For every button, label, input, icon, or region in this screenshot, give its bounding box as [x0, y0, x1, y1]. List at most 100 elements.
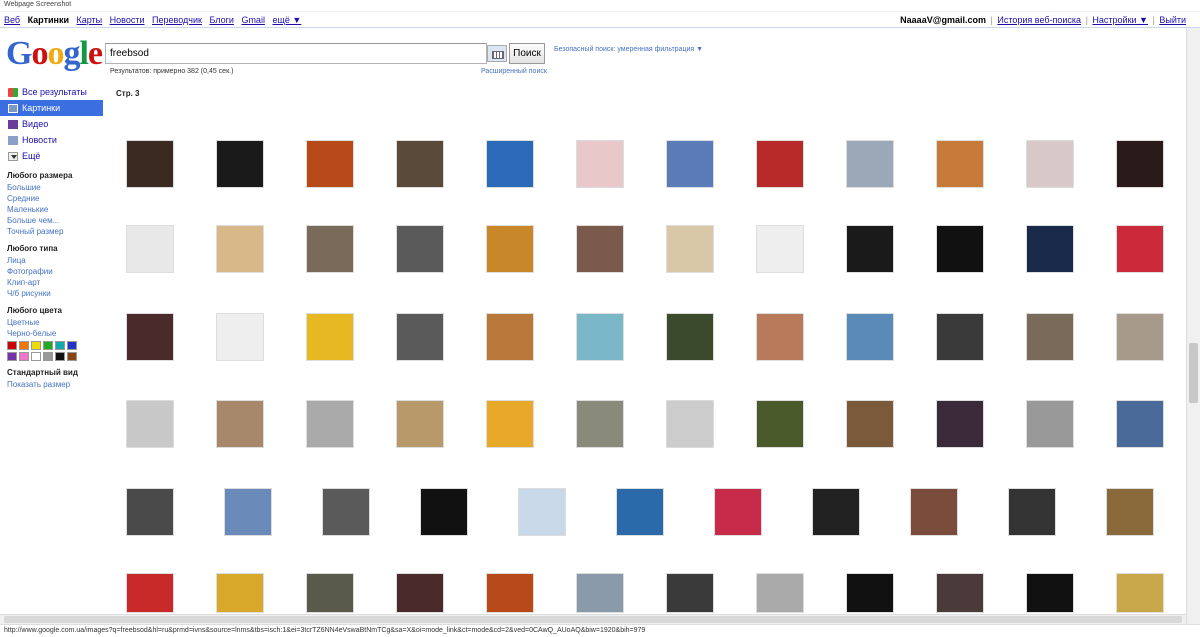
image-thumbnail[interactable]	[756, 225, 804, 273]
image-thumbnail[interactable]	[756, 313, 804, 361]
image-thumbnail[interactable]	[1116, 573, 1164, 613]
image-thumbnail[interactable]	[126, 140, 174, 188]
signout-link[interactable]: Выйти	[1159, 15, 1186, 25]
image-thumbnail[interactable]	[576, 400, 624, 448]
image-thumbnail[interactable]	[126, 225, 174, 273]
image-thumbnail[interactable]	[846, 225, 894, 273]
color-swatch[interactable]	[19, 352, 29, 361]
image-thumbnail[interactable]	[306, 140, 354, 188]
image-thumbnail[interactable]	[756, 400, 804, 448]
image-thumbnail[interactable]	[846, 313, 894, 361]
scrollbar-thumb[interactable]	[1189, 343, 1198, 403]
size-medium[interactable]: Средние	[7, 193, 103, 204]
image-thumbnail[interactable]	[666, 225, 714, 273]
type-photos[interactable]: Фотографии	[7, 266, 103, 277]
scrollbar-thumb[interactable]	[4, 616, 1182, 623]
image-thumbnail[interactable]	[846, 573, 894, 613]
image-thumbnail[interactable]	[216, 225, 264, 273]
sidebar-item-all-results[interactable]: Все результаты	[0, 84, 103, 100]
image-thumbnail[interactable]	[936, 313, 984, 361]
image-thumbnail[interactable]	[396, 140, 444, 188]
image-thumbnail[interactable]	[666, 140, 714, 188]
image-thumbnail[interactable]	[216, 573, 264, 613]
settings-link[interactable]: Настройки ▼	[1092, 15, 1148, 25]
top-link-news[interactable]: Новости	[110, 15, 145, 25]
image-thumbnail[interactable]	[224, 488, 272, 536]
image-thumbnail[interactable]	[1116, 140, 1164, 188]
color-swatch[interactable]	[43, 341, 53, 350]
image-thumbnail[interactable]	[126, 400, 174, 448]
color-swatch[interactable]	[31, 352, 41, 361]
color-bw[interactable]: Черно-белые	[7, 328, 103, 339]
image-thumbnail[interactable]	[714, 488, 762, 536]
color-swatch[interactable]	[19, 341, 29, 350]
type-lineart[interactable]: Ч/б рисунки	[7, 288, 103, 299]
keyboard-icon[interactable]	[487, 45, 507, 62]
image-thumbnail[interactable]	[306, 225, 354, 273]
image-thumbnail[interactable]	[936, 573, 984, 613]
image-thumbnail[interactable]	[126, 488, 174, 536]
color-swatch[interactable]	[7, 352, 17, 361]
image-thumbnail[interactable]	[666, 573, 714, 613]
google-logo[interactable]: Google	[6, 36, 103, 72]
size-small[interactable]: Маленькие	[7, 204, 103, 215]
image-thumbnail[interactable]	[420, 488, 468, 536]
top-link-blogs[interactable]: Блоги	[209, 15, 233, 25]
size-exact[interactable]: Точный размер	[7, 226, 103, 237]
image-thumbnail[interactable]	[396, 573, 444, 613]
color-full[interactable]: Цветные	[7, 317, 103, 328]
sidebar-item-video[interactable]: Видео	[0, 116, 103, 132]
size-larger-than[interactable]: Больше чем...	[7, 215, 103, 226]
top-link-maps[interactable]: Карты	[77, 15, 103, 25]
image-thumbnail[interactable]	[910, 488, 958, 536]
view-standard[interactable]: Стандартный вид	[7, 367, 103, 379]
image-thumbnail[interactable]	[396, 225, 444, 273]
image-thumbnail[interactable]	[486, 573, 534, 613]
image-thumbnail[interactable]	[576, 313, 624, 361]
image-thumbnail[interactable]	[846, 140, 894, 188]
color-swatch[interactable]	[67, 352, 77, 361]
image-thumbnail[interactable]	[1026, 400, 1074, 448]
image-thumbnail[interactable]	[306, 313, 354, 361]
image-thumbnail[interactable]	[486, 313, 534, 361]
image-thumbnail[interactable]	[846, 400, 894, 448]
image-thumbnail[interactable]	[306, 400, 354, 448]
top-link-images[interactable]: Картинки	[28, 15, 69, 25]
sidebar-item-news[interactable]: Новости	[0, 132, 103, 148]
horizontal-scrollbar[interactable]	[0, 614, 1186, 624]
image-thumbnail[interactable]	[616, 488, 664, 536]
image-thumbnail[interactable]	[1026, 573, 1074, 613]
image-thumbnail[interactable]	[1116, 400, 1164, 448]
image-thumbnail[interactable]	[1116, 313, 1164, 361]
sidebar-item-images[interactable]: Картинки	[0, 100, 103, 116]
image-thumbnail[interactable]	[576, 140, 624, 188]
image-thumbnail[interactable]	[666, 313, 714, 361]
type-clipart[interactable]: Клип-арт	[7, 277, 103, 288]
color-swatch[interactable]	[67, 341, 77, 350]
advanced-search-link[interactable]: Расширенный поиск	[481, 68, 547, 75]
image-thumbnail[interactable]	[518, 488, 566, 536]
color-swatch[interactable]	[31, 341, 41, 350]
image-thumbnail[interactable]	[216, 400, 264, 448]
image-thumbnail[interactable]	[486, 140, 534, 188]
image-thumbnail[interactable]	[576, 225, 624, 273]
image-thumbnail[interactable]	[396, 313, 444, 361]
top-link-translate[interactable]: Переводчик	[152, 15, 202, 25]
color-any[interactable]: Любого цвета	[7, 305, 103, 317]
image-thumbnail[interactable]	[1026, 140, 1074, 188]
show-sizes-link[interactable]: Показать размер	[7, 379, 103, 390]
image-thumbnail[interactable]	[936, 140, 984, 188]
size-any[interactable]: Любого размера	[7, 170, 103, 182]
color-swatch[interactable]	[55, 341, 65, 350]
image-thumbnail[interactable]	[216, 313, 264, 361]
top-link-gmail[interactable]: Gmail	[241, 15, 265, 25]
image-thumbnail[interactable]	[1026, 225, 1074, 273]
search-button[interactable]: Поиск	[509, 43, 545, 64]
size-large[interactable]: Большие	[7, 182, 103, 193]
image-thumbnail[interactable]	[576, 573, 624, 613]
vertical-scrollbar[interactable]	[1186, 28, 1200, 624]
sidebar-item-more[interactable]: Ещё	[0, 148, 103, 164]
image-thumbnail[interactable]	[756, 140, 804, 188]
image-thumbnail[interactable]	[126, 313, 174, 361]
image-thumbnail[interactable]	[306, 573, 354, 613]
